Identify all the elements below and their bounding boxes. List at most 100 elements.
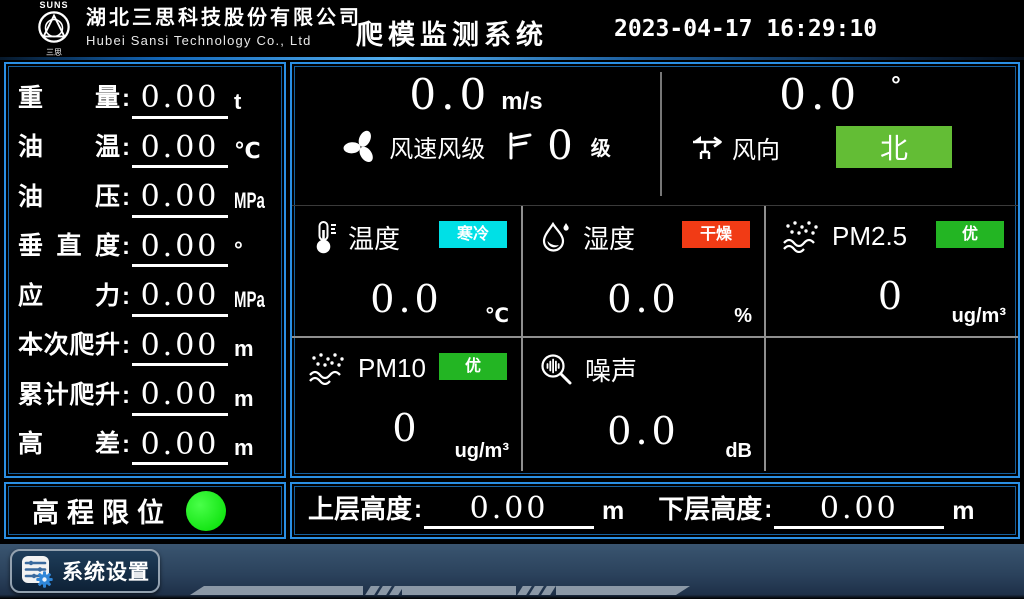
metric-unit: m [234,388,274,410]
noise-icon [539,352,575,388]
upper-height-label: 上层高度 [308,496,412,522]
sensor-label: 湿度 [583,219,635,256]
metric-row-height-diff: 高差: 0.00 m [18,421,274,465]
sensor-cell-empty [766,338,1018,471]
metric-row-total-climb: 累计爬升: 0.00 m [18,372,274,416]
metric-value: 0.00 [141,80,220,115]
thermometer-icon [308,220,338,256]
layer-heights-box: 上层高度: 0.00 m 下层高度: 0.00 m [290,482,1020,539]
metric-value-field: 0.00 [132,378,228,416]
header: SUNS 三思 湖北三思科技股份有限公司 Hubei Sansi Technol… [0,0,1024,57]
environment-panel: 0.0 m/s 风速风级 [290,62,1020,478]
upper-height-unit: m [602,499,624,524]
wind-direction-label: 风向 [732,130,780,165]
metric-label: 应力 [18,284,120,309]
sensor-label: 噪声 [585,351,637,388]
company-name: 湖北三思科技股份有限公司 Hubei Sansi Technology Co.,… [86,6,362,49]
wind-speed-section: 0.0 m/s 风速风级 [292,64,660,204]
metric-value: 0.00 [141,179,220,214]
metric-colon: : [122,186,130,210]
sensor-label: PM10 [358,353,426,384]
metric-unit: MPa [234,190,261,212]
metric-label: 高差 [18,432,120,457]
metric-colon: : [122,136,130,160]
lower-height-field: 0.00 [774,492,944,530]
company-name-en: Hubei Sansi Technology Co., Ltd [86,33,362,49]
metric-label: 油压 [18,185,120,210]
upper-height-group: 上层高度: 0.00 m [308,492,624,530]
metric-value-field: 0.00 [132,329,228,367]
sensor-label: 温度 [348,219,400,256]
header-divider [0,57,1024,60]
sensor-cell-pm10: PM10 优 0 ug/m³ [292,338,523,471]
settings-sliders-gear-icon [20,554,54,588]
sensor-unit: % [734,305,752,328]
elevation-limit-label: 高程限位 [32,491,172,530]
metric-value: 0.00 [141,130,220,165]
metric-row-oil-temp: 油温: 0.00 ℃ [18,124,274,168]
sensor-cell-humidity: 湿度 干燥 0.0 % [523,206,766,338]
footer-decor-slash [541,586,556,595]
metrics-panel: 重量: 0.00 t 油温: 0.00 ℃ 油压: 0.00 MPa 垂直度: … [4,62,286,478]
sensor-value: 0.0 [523,280,764,318]
lower-height-value: 0.00 [820,491,899,526]
wind-direction-value: 0.0 [779,74,861,116]
sensor-label: PM2.5 [832,221,907,252]
metric-unit: m [234,338,274,360]
datetime-display: 2023-04-17 16:29:10 [614,16,877,42]
wind-direction-section: 0.0 ° 风向 北 [662,64,1018,204]
metric-colon: : [122,433,130,457]
metric-label: 累计爬升 [18,383,120,408]
sensor-unit: ug/m³ [455,440,509,463]
metric-value-field: 0.00 [132,230,228,268]
elevation-limit-box: 高程限位 [4,482,286,539]
sensor-unit: ℃ [485,303,509,328]
metric-label: 重量 [18,86,120,111]
metric-unit: MPa [234,289,261,311]
metric-row-weight: 重量: 0.00 t [18,75,274,119]
wind-level-flag-icon [507,130,533,162]
metric-value: 0.00 [141,278,220,313]
metric-unit: m [234,437,274,459]
page-title: 爬模监测系统 [356,13,548,52]
settings-button[interactable]: 系统设置 [10,549,160,593]
metric-row-stress: 应力: 0.00 MPa [18,273,274,317]
metric-colon: : [122,384,130,408]
footer-bar: 系统设置 [0,544,1024,599]
wind-speed-label: 风速风级 [389,129,485,164]
sensor-unit: ug/m³ [952,305,1006,328]
company-name-cn: 湖北三思科技股份有限公司 [86,6,362,30]
wind-speed-value: 0.0 [409,74,491,116]
metric-colon: : [122,87,130,111]
metric-value-field: 0.00 [132,279,228,317]
status-badge-cold: 寒冷 [439,221,507,248]
footer-decor-stripe [402,586,516,595]
logo-bottom-text: 三思 [26,49,82,57]
metric-row-oil-pressure: 油压: 0.00 MPa [18,174,274,218]
metric-value: 0.00 [141,377,220,412]
status-badge-good: 优 [936,221,1004,248]
metric-colon: : [122,235,130,259]
metric-colon: : [122,285,130,309]
lower-height-group: 下层高度: 0.00 m [658,492,974,530]
metric-row-current-climb: 本次爬升: 0.00 m [18,322,274,366]
sensor-cell-pm25: PM2.5 优 0 ug/m³ [766,206,1018,338]
upper-height-value: 0.00 [470,491,549,526]
metric-unit: t [234,91,274,113]
lower-height-unit: m [952,499,974,524]
wind-direction-unit: ° [891,74,901,98]
wind-direction-badge: 北 [836,126,952,168]
climbing-formwork-monitor-screen: SUNS 三思 湖北三思科技股份有限公司 Hubei Sansi Technol… [0,0,1024,599]
metric-unit: ° [234,239,274,261]
metric-label: 垂直度 [18,234,120,259]
metric-value-field: 0.00 [132,81,228,119]
metric-value-field: 0.00 [132,131,228,169]
upper-height-colon: : [414,498,422,522]
status-badge-good: 优 [439,353,507,380]
wind-section: 0.0 m/s 风速风级 [292,64,1018,204]
metric-label: 油温 [18,135,120,160]
lower-height-colon: : [764,498,772,522]
wind-level-unit: 级 [591,132,611,161]
status-badge-dry: 干燥 [682,221,750,248]
metric-colon: : [122,334,130,358]
